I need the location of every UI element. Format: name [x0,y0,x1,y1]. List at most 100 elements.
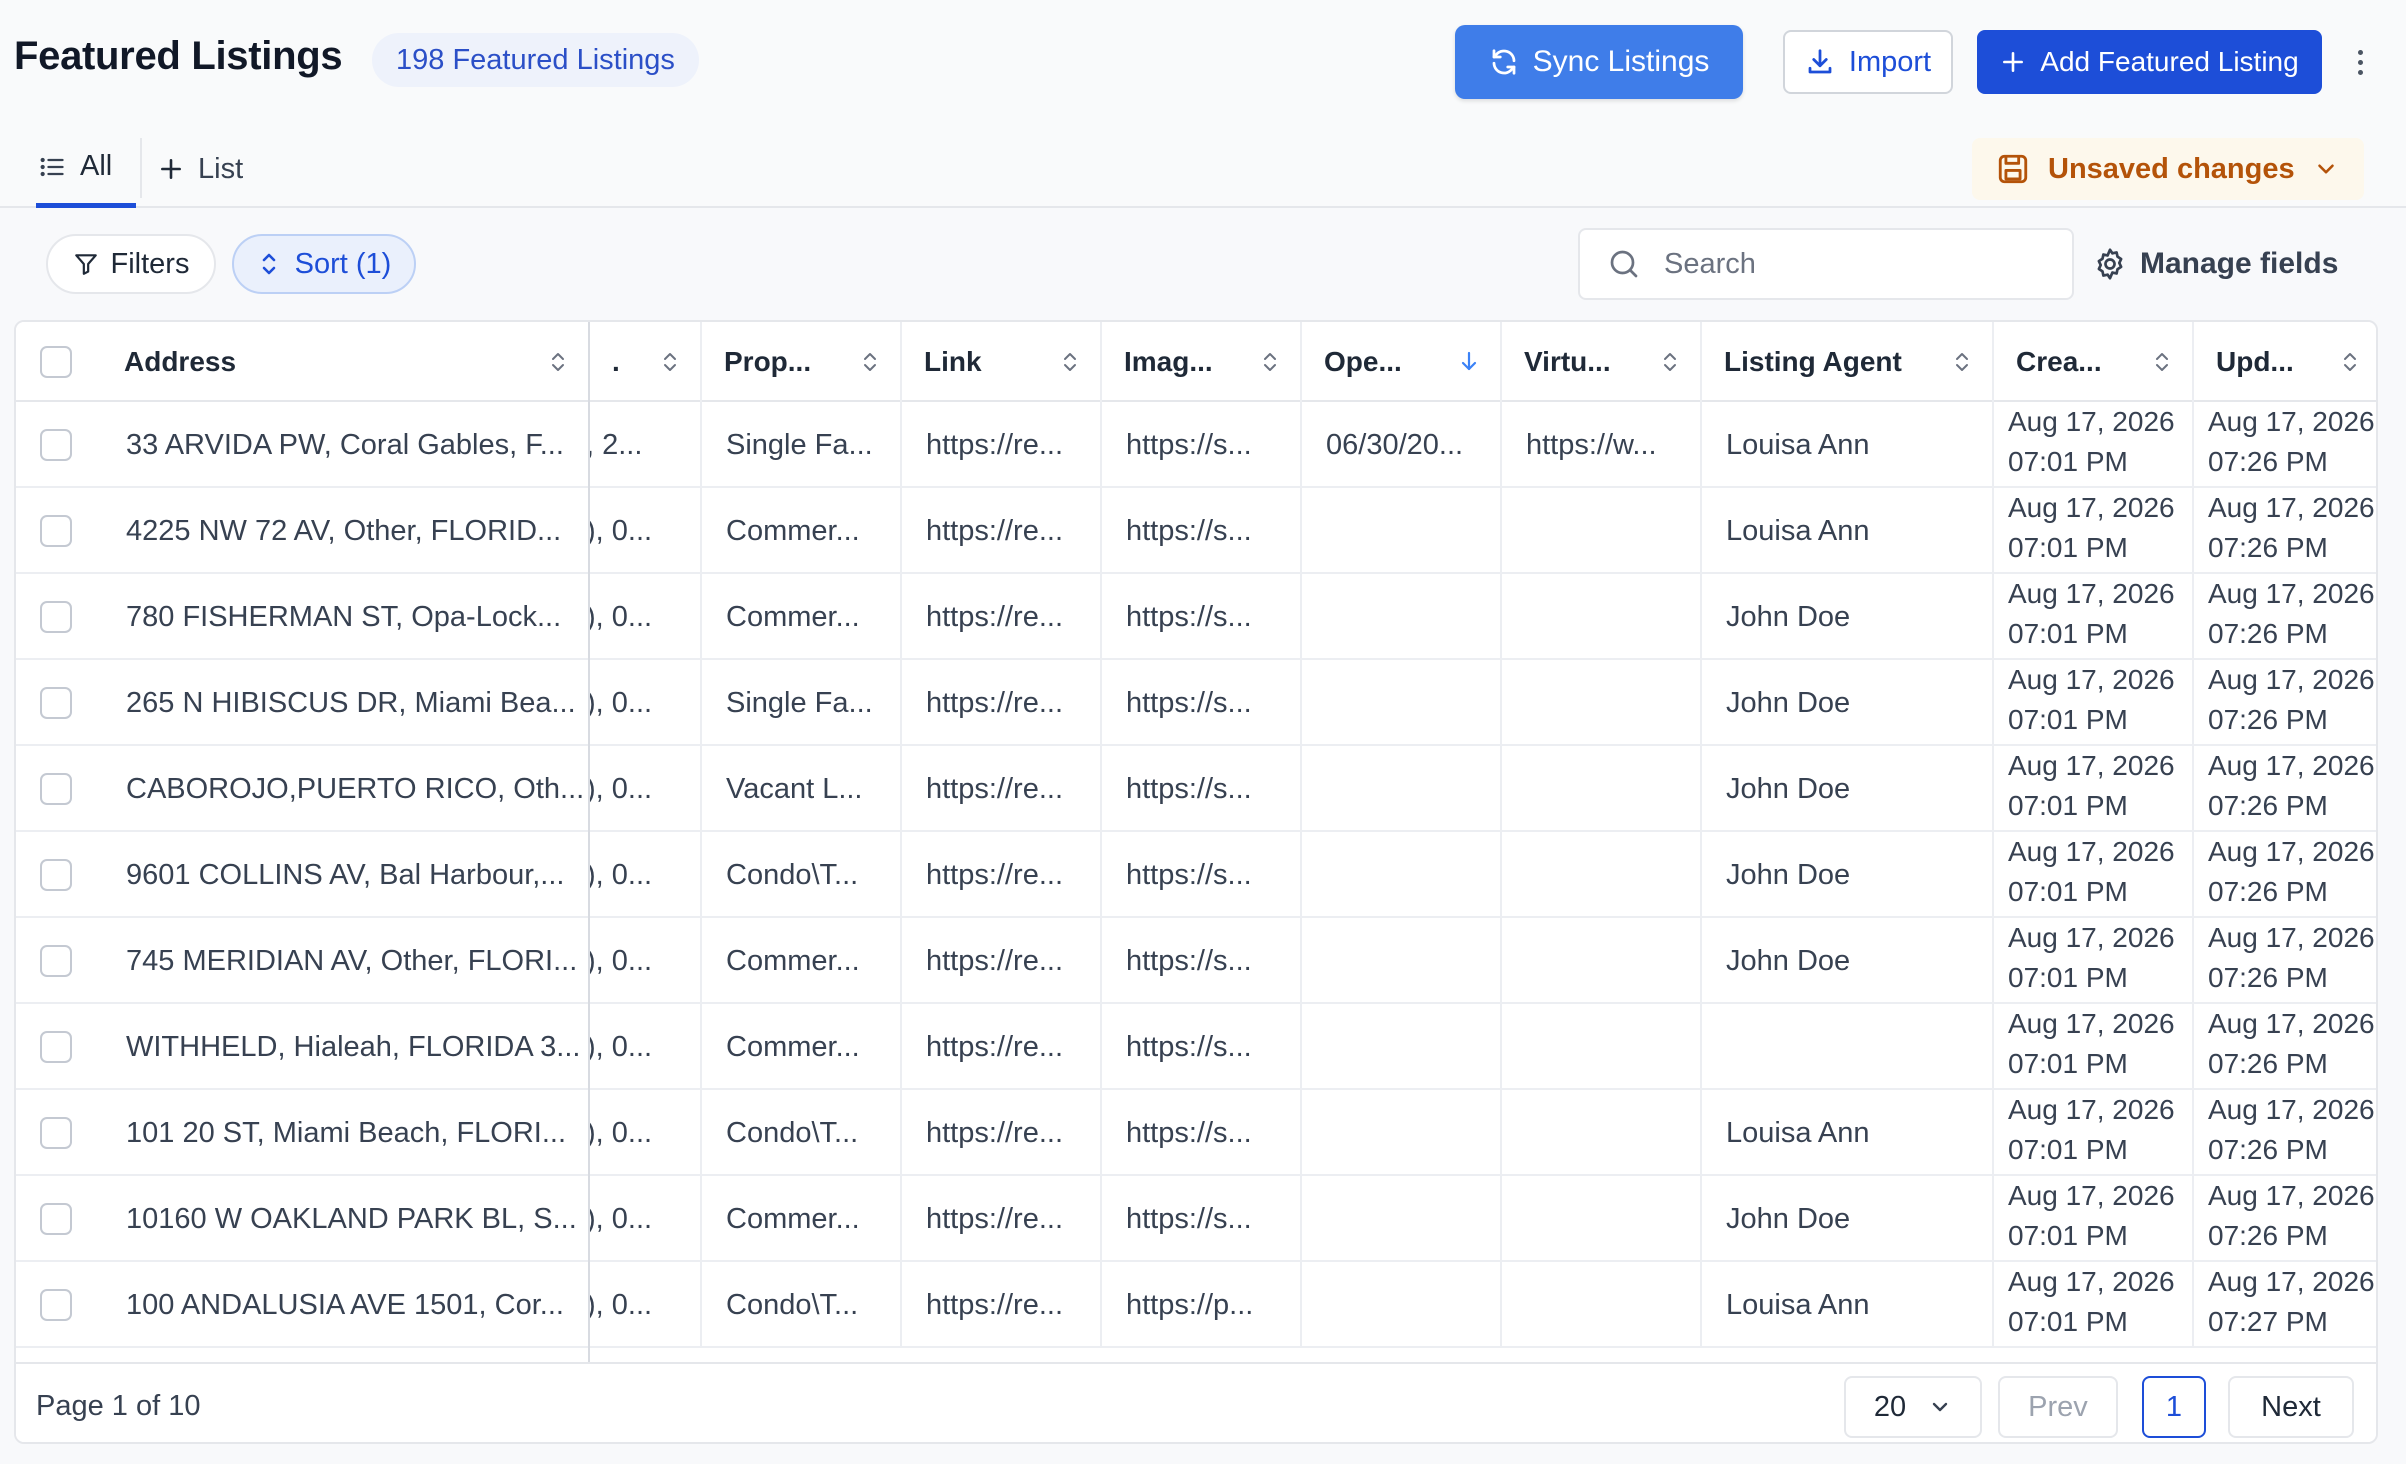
column-header-virtual-tour[interactable]: Virtu... [1500,322,1700,402]
cell-created[interactable]: Aug 17, 2026 07:01 PM [1992,1004,2192,1090]
row-checkbox[interactable] [40,945,72,977]
table-row[interactable]: 100 ANDALUSIA AVE 1501, Cor...), 0... Con… [16,1262,2376,1348]
cell-listing-agent[interactable]: John Doe [1700,918,1992,1004]
search-input[interactable] [1664,247,2044,281]
sync-listings-button[interactable]: Sync Listings [1455,25,1743,99]
cell-image[interactable]: https://s... [1100,660,1300,746]
cell-link[interactable]: https://re... [900,574,1100,660]
filters-button[interactable]: Filters [46,234,216,294]
cell-updated[interactable]: Aug 17, 2026 07:26 PM [2192,660,2376,746]
cell-address[interactable]: 10160 W OAKLAND PARK BL, S... [102,1176,588,1262]
cell-virtual-tour[interactable] [1500,574,1700,660]
cell-created[interactable]: Aug 17, 2026 07:01 PM [1992,1090,2192,1176]
cell-link[interactable]: https://re... [900,402,1100,488]
cell-listing-agent[interactable]: John Doe [1700,832,1992,918]
page-size-select[interactable]: 20 [1844,1376,1982,1438]
row-checkbox[interactable] [40,687,72,719]
sort-descending-icon[interactable] [1458,350,1480,374]
cell-created[interactable]: Aug 17, 2026 07:01 PM [1992,746,2192,832]
cell-virtual-tour[interactable] [1500,488,1700,574]
sort-toggle-icon[interactable] [1260,350,1280,374]
cell-listing-agent[interactable]: John Doe [1700,746,1992,832]
tab-all[interactable]: All [36,130,136,208]
column-header-image[interactable]: Imag... [1100,322,1300,402]
row-checkbox[interactable] [40,859,72,891]
cell-link[interactable]: https://re... [900,832,1100,918]
cell-listing-agent[interactable]: Louisa Ann [1700,1262,1992,1348]
next-page-button[interactable]: Next [2228,1376,2354,1438]
cell-link[interactable]: https://re... [900,918,1100,1004]
cell-truncated-col[interactable]: ), 0... [588,660,700,746]
table-row[interactable]: 10160 W OAKLAND PARK BL, S...), 0... Comm… [16,1176,2376,1262]
row-checkbox[interactable] [40,773,72,805]
cell-open-house[interactable]: 06/30/20... [1300,402,1500,488]
cell-listing-agent[interactable]: John Doe [1700,660,1992,746]
sort-toggle-icon[interactable] [1060,350,1080,374]
cell-truncated-col[interactable]: ), 0... [588,1004,700,1090]
cell-link[interactable]: https://re... [900,488,1100,574]
cell-property-type[interactable]: Commer... [700,488,900,574]
cell-open-house[interactable] [1300,660,1500,746]
search-box[interactable] [1578,228,2074,300]
cell-image[interactable]: https://s... [1100,402,1300,488]
cell-property-type[interactable]: Vacant L... [700,746,900,832]
cell-address[interactable]: 745 MERIDIAN AV, Other, FLORI... [102,918,588,1004]
cell-truncated-col[interactable]: ), 0... [588,574,700,660]
cell-image[interactable]: https://s... [1100,1004,1300,1090]
cell-image[interactable]: https://p... [1100,1262,1300,1348]
cell-created[interactable]: Aug 17, 2026 07:01 PM [1992,1262,2192,1348]
row-checkbox[interactable] [40,1117,72,1149]
sort-toggle-icon[interactable] [2340,350,2360,374]
table-row[interactable]: 745 MERIDIAN AV, Other, FLORI...), 0... C… [16,918,2376,1004]
table-row[interactable]: 9601 COLLINS AV, Bal Harbour,...), 0... C… [16,832,2376,918]
cell-virtual-tour[interactable] [1500,746,1700,832]
cell-link[interactable]: https://re... [900,1090,1100,1176]
cell-link[interactable]: https://re... [900,1176,1100,1262]
cell-updated[interactable]: Aug 17, 2026 07:26 PM [2192,1090,2376,1176]
sort-toggle-icon[interactable] [2152,350,2172,374]
cell-virtual-tour[interactable]: https://w... [1500,402,1700,488]
column-header-address[interactable]: Address [102,322,588,402]
column-header-created[interactable]: Crea... [1992,322,2192,402]
cell-updated[interactable]: Aug 17, 2026 07:26 PM [2192,832,2376,918]
sort-toggle-icon[interactable] [1660,350,1680,374]
table-row[interactable]: 780 FISHERMAN ST, Opa-Lock...), 0... Comm… [16,574,2376,660]
cell-address[interactable]: CABOROJO,PUERTO RICO, Oth... [102,746,588,832]
cell-updated[interactable]: Aug 17, 2026 07:26 PM [2192,402,2376,488]
column-header-link[interactable]: Link [900,322,1100,402]
unsaved-changes-dropdown[interactable]: Unsaved changes [1972,138,2364,200]
cell-property-type[interactable]: Single Fa... [700,402,900,488]
column-header-open-house[interactable]: Ope... [1300,322,1500,402]
add-featured-listing-button[interactable]: Add Featured Listing [1977,30,2322,94]
cell-image[interactable]: https://s... [1100,918,1300,1004]
cell-virtual-tour[interactable] [1500,1090,1700,1176]
cell-open-house[interactable] [1300,488,1500,574]
cell-updated[interactable]: Aug 17, 2026 07:26 PM [2192,574,2376,660]
column-header-property-type[interactable]: Prop... [700,322,900,402]
table-row[interactable]: CABOROJO,PUERTO RICO, Oth...), 0... Vacan… [16,746,2376,832]
cell-link[interactable]: https://re... [900,1262,1100,1348]
sort-button[interactable]: Sort (1) [232,234,416,294]
cell-created[interactable]: Aug 17, 2026 07:01 PM [1992,660,2192,746]
cell-listing-agent[interactable] [1700,1004,1992,1090]
cell-image[interactable]: https://s... [1100,1176,1300,1262]
sort-toggle-icon[interactable] [660,350,680,374]
cell-property-type[interactable]: Commer... [700,574,900,660]
row-checkbox[interactable] [40,601,72,633]
cell-created[interactable]: Aug 17, 2026 07:01 PM [1992,832,2192,918]
cell-created[interactable]: Aug 17, 2026 07:01 PM [1992,918,2192,1004]
row-checkbox[interactable] [40,1203,72,1235]
table-row[interactable]: WITHHELD, Hialeah, FLORIDA 3...), 0... Co… [16,1004,2376,1090]
import-button[interactable]: Import [1783,30,1953,94]
cell-updated[interactable]: Aug 17, 2026 07:26 PM [2192,1004,2376,1090]
column-header-updated[interactable]: Upd... [2192,322,2376,402]
sort-toggle-icon[interactable] [548,350,568,374]
cell-truncated-col[interactable]: ), 0... [588,832,700,918]
cell-address[interactable]: WITHHELD, Hialeah, FLORIDA 3... [102,1004,588,1090]
cell-address[interactable]: 33 ARVIDA PW, Coral Gables, F... [102,402,588,488]
cell-truncated-col[interactable]: ), 0... [588,488,700,574]
cell-image[interactable]: https://s... [1100,1090,1300,1176]
more-options-icon[interactable] [2346,40,2374,84]
cell-updated[interactable]: Aug 17, 2026 07:26 PM [2192,1176,2376,1262]
cell-listing-agent[interactable]: John Doe [1700,574,1992,660]
